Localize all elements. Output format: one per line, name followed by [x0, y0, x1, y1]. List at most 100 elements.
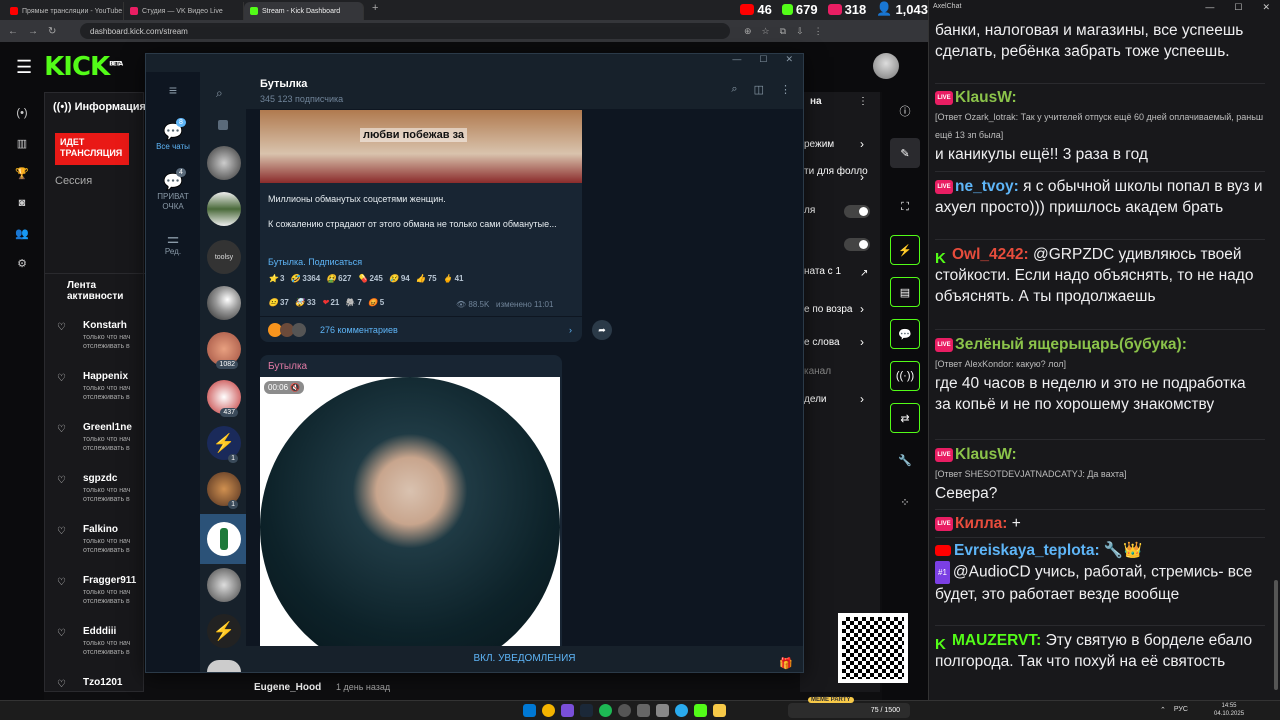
more-icon[interactable]: ⋮ [780, 83, 791, 96]
chat-avatar[interactable]: 1 [207, 472, 241, 509]
menu-icon[interactable]: ⋮ [814, 26, 823, 37]
chat-avatar[interactable]: ⚡ 1 [207, 426, 241, 463]
kick-logo[interactable]: KICKBETA [44, 52, 123, 82]
tab-youtube[interactable]: Прямые трансляции - YouTube [4, 2, 124, 20]
new-tab-button[interactable]: + [372, 2, 378, 20]
reaction[interactable]: 🤣 3364 [290, 274, 320, 283]
chat-username[interactable]: Килла: [955, 515, 1007, 532]
trophy-icon[interactable]: 🏆 [0, 158, 44, 188]
obs-icon[interactable] [618, 704, 631, 717]
avatar[interactable] [873, 53, 899, 79]
toggle-switch[interactable] [844, 205, 870, 218]
reaction[interactable]: 😐 37 [268, 298, 289, 307]
telegram-icon[interactable] [675, 704, 688, 717]
post-image[interactable]: любви побежав за [260, 110, 582, 183]
chat-username[interactable]: Owl_4242: [952, 246, 1029, 263]
settings-icon[interactable]: ⚙ [0, 248, 44, 278]
mute-icon[interactable]: 🔇 [290, 383, 300, 392]
hamburger-icon[interactable]: ☰ [16, 57, 32, 78]
comments-button[interactable]: 276 комментариев › [260, 316, 582, 342]
reaction[interactable]: 👍 75 [416, 274, 437, 283]
menu-icon[interactable]: ≡ [146, 82, 200, 98]
reaction[interactable]: 😢 94 [389, 274, 410, 283]
moderation-icon[interactable]: ◙ [0, 188, 44, 218]
chat-avatar[interactable] [207, 568, 241, 602]
lightning-icon[interactable]: ⚡ [890, 235, 920, 265]
extensions-icon[interactable]: ⧉ [780, 26, 786, 37]
chevron-right-icon[interactable]: › [860, 335, 864, 349]
chat-username[interactable]: Зелёный ящерыцарь(бубука): [955, 336, 1187, 353]
maximize-icon[interactable]: ☐ [759, 54, 767, 72]
chat-avatar[interactable] [207, 660, 241, 672]
app-icon[interactable] [637, 704, 650, 717]
gift-icon[interactable]: 🎁 [779, 651, 793, 677]
chevron-right-icon[interactable]: › [860, 392, 864, 406]
app-icon[interactable] [656, 704, 669, 717]
close-icon[interactable]: ✕ [1262, 2, 1270, 13]
start-icon[interactable] [523, 704, 536, 717]
subscribe-link[interactable]: Бутылка. Подписаться [268, 257, 362, 267]
stream-icon[interactable]: (•) [0, 98, 44, 128]
external-icon[interactable]: ↗ [860, 268, 868, 279]
reload-icon[interactable]: ↻ [48, 26, 56, 37]
reaction[interactable]: 😡 5 [368, 298, 384, 307]
notifications-button[interactable]: ВКЛ. УВЕДОМЛЕНИЯ [473, 653, 575, 664]
reaction[interactable]: 🖕 41 [443, 274, 464, 283]
channel-name[interactable]: Бутылка [260, 78, 307, 90]
crop-icon[interactable]: ⛶ [890, 192, 920, 222]
chat-avatar[interactable]: 437 [207, 380, 241, 417]
wrench-icon[interactable]: 🔧 [890, 445, 920, 475]
folder-icon[interactable] [713, 704, 726, 717]
tab-vk-video[interactable]: Студия — VK Видео Live [124, 2, 244, 20]
spotify-icon[interactable] [599, 704, 612, 717]
chat-username[interactable]: ne_tvoy: [955, 178, 1019, 195]
chat-avatar[interactable] [207, 192, 241, 226]
broadcast-icon[interactable]: ((·)) [890, 361, 920, 391]
reaction[interactable]: 💊 245 [358, 274, 383, 283]
back-icon[interactable]: ← [8, 26, 18, 37]
sidebar-icon[interactable]: ◫ [754, 83, 764, 96]
meme-party-widget[interactable]: МЕМЕ PARTY 75 / 1500 [788, 697, 910, 718]
minimize-icon[interactable]: — [1205, 2, 1214, 13]
url-input[interactable]: dashboard.kick.com/stream [80, 23, 730, 39]
chevron-right-icon[interactable]: › [860, 137, 864, 151]
toggle-switch[interactable] [844, 238, 870, 251]
language-indicator[interactable]: РУС [1174, 706, 1188, 714]
tab-kick-dashboard[interactable]: Stream - Kick Dashboard [244, 2, 364, 20]
app-icon[interactable] [694, 704, 707, 717]
users-icon[interactable]: 👥 [0, 218, 44, 248]
chevron-right-icon[interactable]: › [860, 302, 864, 316]
minimize-icon[interactable]: — [732, 54, 741, 72]
zoom-icon[interactable]: ⊕ [744, 26, 752, 37]
reaction[interactable]: ❤ 21 [322, 298, 340, 307]
forward-icon[interactable]: → [28, 26, 38, 37]
analytics-icon[interactable]: ▥ [0, 128, 44, 158]
chat-username[interactable]: KlausW: [955, 89, 1017, 106]
share-icon[interactable]: ➦ [592, 320, 612, 340]
chevron-right-icon[interactable]: › [860, 170, 864, 184]
chat-avatar[interactable]: 1082 [207, 332, 241, 369]
chat-scrollbar[interactable] [1274, 580, 1278, 690]
clock[interactable]: 14:55 04.10.2025 [1214, 702, 1244, 718]
bookmark-icon[interactable]: ☆ [762, 26, 770, 37]
folder-all-chats[interactable]: 💬 8 Все чаты [146, 118, 200, 151]
chat-username[interactable]: Evreiskaya_teplota: [954, 542, 1100, 559]
folder-edit[interactable]: ⚌ Ред. [146, 230, 200, 256]
search-icon[interactable]: ⌕ [216, 86, 223, 101]
video-message[interactable]: 00:06 🔇 [260, 377, 560, 647]
download-icon[interactable]: ⇩ [796, 26, 804, 37]
app-icon[interactable] [561, 704, 574, 717]
edit-icon[interactable]: ✎ [890, 138, 920, 168]
chat-icon[interactable]: 💬 [890, 319, 920, 349]
chevron-up-icon[interactable]: ⌃ [1160, 706, 1166, 714]
apps-icon[interactable]: ⁘ [890, 487, 920, 517]
switch-icon[interactable]: ⇄ [890, 403, 920, 433]
chat-avatar[interactable] [207, 146, 241, 180]
maximize-icon[interactable]: ☐ [1234, 2, 1242, 13]
chat-username[interactable]: MAUZERVT: [952, 632, 1041, 649]
close-icon[interactable]: ✕ [785, 54, 793, 72]
steam-icon[interactable] [580, 704, 593, 717]
info-icon[interactable]: ⓘ [890, 96, 920, 126]
chat-avatar[interactable]: ⚡ [207, 614, 241, 648]
reaction[interactable]: 🤯 33 [295, 298, 316, 307]
